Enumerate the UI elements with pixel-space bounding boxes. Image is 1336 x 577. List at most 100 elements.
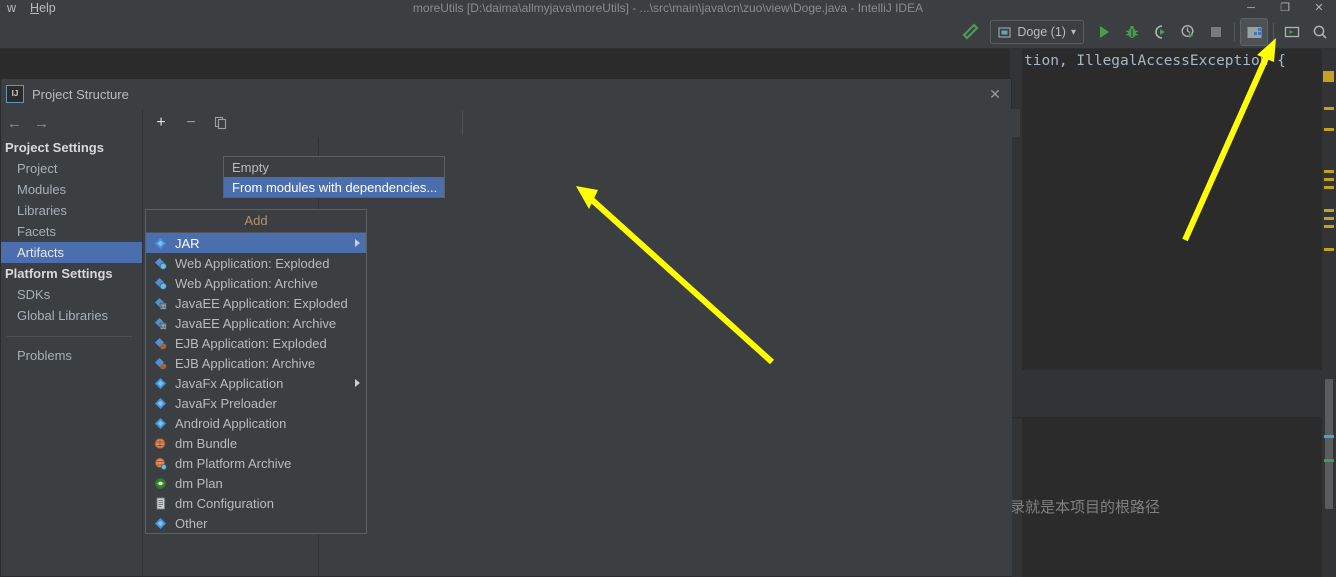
window-close-button[interactable]: ✕: [1302, 0, 1336, 16]
warning-marker[interactable]: [1324, 225, 1334, 228]
javaee-exploded-icon: EE: [152, 295, 168, 311]
web-exploded-icon: [152, 255, 168, 271]
menu-window-partial[interactable]: w: [0, 0, 23, 16]
add-artifact-button[interactable]: +: [152, 114, 170, 132]
run-config-app-icon: [996, 24, 1012, 40]
dialog-close-button[interactable]: ✕: [985, 84, 1005, 104]
menu-item-dm-configuration[interactable]: dm Configuration: [146, 493, 366, 513]
submenu-item-empty[interactable]: Empty: [224, 157, 444, 177]
nav-back-icon[interactable]: ←: [7, 115, 22, 132]
warning-marker[interactable]: [1324, 178, 1334, 181]
menu-item-dm-bundle[interactable]: dm Bundle: [146, 433, 366, 453]
sidebar-item-problems[interactable]: Problems: [1, 345, 142, 366]
window-restore-button[interactable]: ❐: [1268, 0, 1302, 16]
toolbar-separator: [1273, 23, 1274, 41]
ok-marker[interactable]: [1324, 459, 1334, 462]
android-icon: [152, 415, 168, 431]
sidebar-item-facets[interactable]: Facets: [1, 221, 142, 242]
ejb-archive-icon: [152, 355, 168, 371]
warning-marker[interactable]: [1324, 186, 1334, 189]
dm-bundle-icon: [152, 435, 168, 451]
menu-item-dm-plan[interactable]: dm Plan: [146, 473, 366, 493]
jar-submenu: Empty From modules with dependencies...: [223, 156, 445, 198]
warning-marker[interactable]: [1324, 107, 1334, 110]
menu-help[interactable]: Help: [23, 0, 63, 16]
menu-item-javafx-preloader[interactable]: JavaFx Preloader: [146, 393, 366, 413]
nav-forward-icon[interactable]: →: [34, 115, 49, 132]
menu-item-label: JavaFx Preloader: [175, 395, 277, 411]
window-minimize-button[interactable]: ─: [1234, 0, 1268, 16]
javafx-icon: [152, 375, 168, 391]
profiler-icon[interactable]: [1175, 19, 1201, 45]
menu-item-jar[interactable]: JAR: [146, 233, 366, 253]
sidebar-item-sdks[interactable]: SDKs: [1, 284, 142, 305]
window-controls[interactable]: ─ ❐ ✕: [1234, 0, 1336, 16]
editor-marker-gutter[interactable]: [1322, 49, 1336, 577]
warning-marker[interactable]: [1324, 248, 1334, 251]
menu-item-label: dm Configuration: [175, 495, 274, 511]
menu-item-web-application-exploded[interactable]: Web Application: Exploded: [146, 253, 366, 273]
menu-item-other[interactable]: Other: [146, 513, 366, 533]
dialog-sidebar: ← → Project Settings Project Modules Lib…: [1, 109, 143, 576]
info-marker[interactable]: [1324, 435, 1334, 438]
ejb-exploded-icon: [152, 335, 168, 351]
submenu-arrow-icon: [355, 239, 360, 247]
editor-scrollbar-thumb[interactable]: [1325, 379, 1333, 509]
sidebar-item-global-libraries[interactable]: Global Libraries: [1, 305, 142, 326]
menu-item-label: EJB Application: Exploded: [175, 335, 327, 351]
remove-artifact-button[interactable]: −: [182, 114, 200, 132]
code-line: tion, IllegalAccessException {: [1024, 53, 1286, 69]
submenu-item-label: Empty: [232, 159, 269, 175]
run-button[interactable]: [1091, 19, 1117, 45]
jar-diamond-icon: [152, 235, 168, 251]
main-menu-bar[interactable]: w Help: [0, 0, 63, 16]
submenu-item-from-modules-with-dependencies[interactable]: From modules with dependencies...: [224, 177, 444, 197]
menu-item-web-application-archive[interactable]: Web Application: Archive: [146, 273, 366, 293]
editor-highlight-band: [1010, 370, 1336, 417]
javafx-preloader-icon: [152, 395, 168, 411]
artifact-details-pane[interactable]: [320, 137, 1012, 576]
stop-square-icon[interactable]: [1203, 19, 1229, 45]
warning-marker[interactable]: [1324, 217, 1334, 220]
run-configuration-selector[interactable]: Doge (1) ▾: [990, 20, 1084, 44]
bug-icon[interactable]: [1119, 19, 1145, 45]
code-token: {: [1268, 53, 1286, 69]
menu-item-ejb-application-exploded[interactable]: EJB Application: Exploded: [146, 333, 366, 353]
menu-item-dm-platform-archive[interactable]: dm Platform Archive: [146, 453, 366, 473]
project-structure-dialog: IJ Project Structure ✕ ← → Project Setti…: [0, 78, 1020, 577]
sidebar-item-libraries[interactable]: Libraries: [1, 200, 142, 221]
intellij-logo-icon: IJ: [6, 85, 24, 103]
menu-item-android-application[interactable]: Android Application: [146, 413, 366, 433]
sidebar-item-modules[interactable]: Modules: [1, 179, 142, 200]
menu-item-label: EJB Application: Archive: [175, 355, 316, 371]
menu-item-label: Web Application: Archive: [175, 275, 318, 291]
menu-item-javaee-application-exploded[interactable]: EE JavaEE Application: Exploded: [146, 293, 366, 313]
screen-icon[interactable]: [1279, 19, 1305, 45]
menu-item-javafx-application[interactable]: JavaFx Application: [146, 373, 366, 393]
menu-item-ejb-application-archive[interactable]: EJB Application: Archive: [146, 353, 366, 373]
sidebar-item-project[interactable]: Project: [1, 158, 142, 179]
add-artifact-menu: Add JAR Web Application: Exploded Web Ap…: [145, 209, 367, 534]
sidebar-item-artifacts[interactable]: Artifacts: [1, 242, 142, 263]
search-icon[interactable]: [1307, 19, 1333, 45]
menu-item-javaee-application-archive[interactable]: EE JavaEE Application: Archive: [146, 313, 366, 333]
coverage-icon[interactable]: [1147, 19, 1173, 45]
warning-marker[interactable]: [1324, 170, 1334, 173]
chevron-down-icon[interactable]: ▾: [1071, 27, 1076, 38]
project-structure-icon[interactable]: [1240, 18, 1268, 46]
dialog-title-bar: IJ Project Structure: [1, 79, 1011, 109]
javaee-archive-icon: EE: [152, 315, 168, 331]
web-archive-icon: [152, 275, 168, 291]
dm-platform-archive-icon: [152, 455, 168, 471]
sidebar-group-platform-settings: Platform Settings: [5, 266, 113, 281]
hammer-icon[interactable]: [957, 19, 983, 45]
warning-marker[interactable]: [1324, 209, 1334, 212]
warning-marker[interactable]: [1323, 71, 1334, 82]
sidebar-divider: [7, 336, 132, 337]
menu-item-label: Web Application: Exploded: [175, 255, 330, 271]
warning-marker[interactable]: [1324, 128, 1334, 131]
menu-item-label: Android Application: [175, 415, 287, 431]
code-token: IllegalAccessException: [1076, 53, 1269, 69]
copy-artifact-button[interactable]: [212, 114, 230, 132]
menu-item-label: JAR: [175, 235, 200, 251]
